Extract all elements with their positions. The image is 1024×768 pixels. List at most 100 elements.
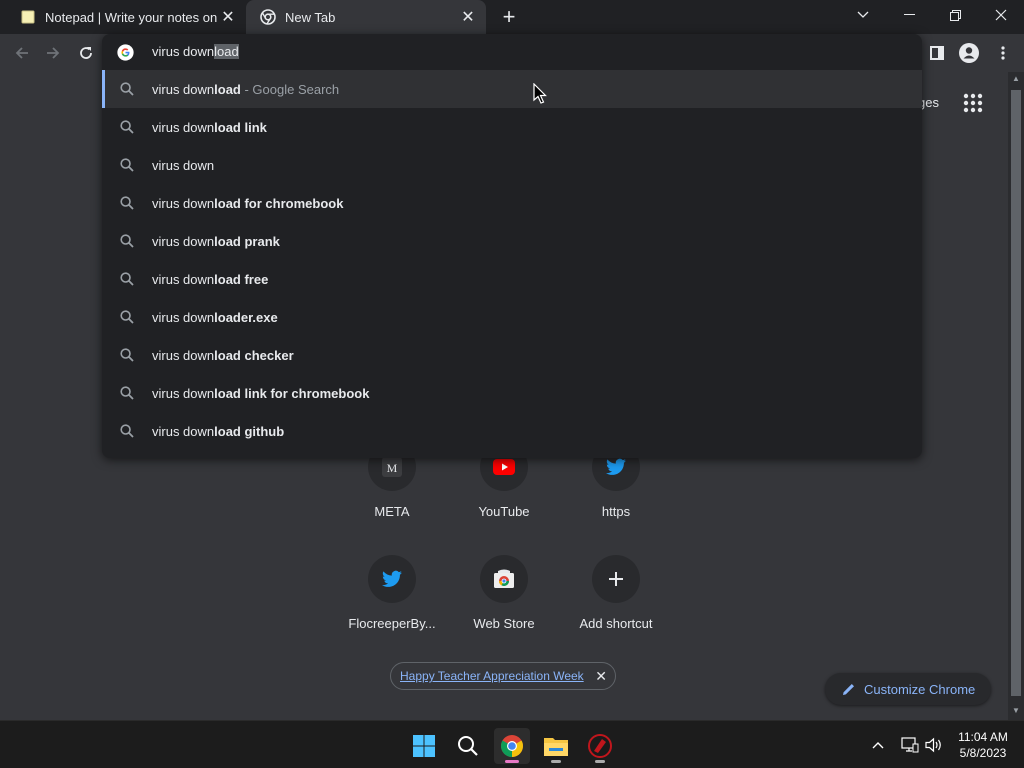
windows-logo-icon xyxy=(413,735,435,757)
suggestion-completion: load xyxy=(214,82,241,97)
suggestion-item[interactable]: virus download github xyxy=(102,412,922,450)
tab-notepad[interactable]: Notepad | Write your notes online ✕ xyxy=(8,0,246,34)
dismiss-promo-icon[interactable]: ✕ xyxy=(595,668,607,685)
suggestion-item[interactable]: virus download - Google Search xyxy=(102,70,922,108)
suggestion-item[interactable]: virus downloader.exe xyxy=(102,298,922,336)
customize-chrome-button[interactable]: Customize Chrome xyxy=(825,673,991,705)
suggestion-query: virus down xyxy=(152,424,215,439)
kebab-menu-icon[interactable] xyxy=(988,38,1018,68)
google-logo-icon xyxy=(117,44,134,61)
suggestion-completion: load prank xyxy=(214,234,280,249)
suggestion-query: virus down xyxy=(152,82,215,97)
network-icon[interactable] xyxy=(900,735,920,755)
plus-icon xyxy=(592,555,640,603)
search-icon xyxy=(120,82,134,96)
suggestion-item[interactable]: virus download prank xyxy=(102,222,922,260)
close-tab-icon[interactable]: ✕ xyxy=(218,7,238,27)
start-button[interactable] xyxy=(406,728,442,764)
tab-strip: Notepad | Write your notes online ✕ New … xyxy=(0,0,1024,34)
shortcut-label: YouTube xyxy=(478,504,530,519)
search-icon xyxy=(120,120,134,134)
restore-button[interactable] xyxy=(932,0,978,30)
taskbar-app-red[interactable] xyxy=(582,728,618,764)
address-bar[interactable]: virus download xyxy=(102,34,922,70)
suggestion-item[interactable]: virus down xyxy=(102,146,922,184)
promo-chip: Happy Teacher Appreciation Week ✕ xyxy=(390,662,616,690)
clock-date: 5/8/2023 xyxy=(959,746,1007,760)
promo-link[interactable]: Happy Teacher Appreciation Week xyxy=(400,669,584,683)
scroll-up-icon[interactable]: ▲ xyxy=(1011,74,1021,84)
search-icon xyxy=(120,386,134,400)
suggestion-text: virus downloader.exe xyxy=(152,310,278,325)
suggestion-text: virus download checker xyxy=(152,348,294,363)
customize-label: Customize Chrome xyxy=(864,681,976,697)
suggestion-completion: load github xyxy=(214,424,285,439)
minimize-button[interactable] xyxy=(886,0,932,30)
suggestion-completion: loader.exe xyxy=(214,310,278,325)
reload-button[interactable] xyxy=(71,38,101,68)
app-icon xyxy=(588,734,612,758)
suggestion-item[interactable]: virus download free xyxy=(102,260,922,298)
shortcut-label: META xyxy=(374,504,410,519)
suggestion-item[interactable]: virus download for chromebook xyxy=(102,184,922,222)
address-text[interactable]: virus download xyxy=(152,44,239,59)
show-hidden-icons-chevron-up-icon[interactable] xyxy=(868,735,888,755)
notepad-favicon-icon xyxy=(20,9,36,25)
typed-text: virus down xyxy=(152,44,215,59)
twitter-icon xyxy=(368,555,416,603)
running-indicator xyxy=(551,760,561,763)
autocomplete-selection: load xyxy=(214,44,239,59)
shortcut-flocreeper[interactable]: FlocreeperBy... xyxy=(336,555,448,631)
suggestion-query: virus down xyxy=(152,272,215,287)
chrome-icon xyxy=(501,735,523,757)
search-button[interactable] xyxy=(450,728,486,764)
shortcut-label: Web Store xyxy=(473,616,535,631)
suggestion-completion: load link for chromebook xyxy=(214,386,370,401)
pencil-icon xyxy=(843,684,854,695)
back-button[interactable] xyxy=(7,38,37,68)
active-indicator xyxy=(505,760,519,763)
suggestion-text: virus download link xyxy=(152,120,267,135)
shortcut-web-store[interactable]: Web Store xyxy=(448,555,560,631)
suggestion-text: virus download prank xyxy=(152,234,280,249)
suggestion-text: virus download link for chromebook xyxy=(152,386,369,401)
suggestion-text: virus download for chromebook xyxy=(152,196,343,211)
tab-title: New Tab xyxy=(285,9,336,25)
suggestion-text: virus download free xyxy=(152,272,268,287)
side-panel-icon[interactable] xyxy=(922,38,952,68)
volume-icon[interactable] xyxy=(924,735,944,755)
shortcut-label: FlocreeperBy... xyxy=(348,616,436,631)
web-store-icon xyxy=(480,555,528,603)
shortcut-label: Add shortcut xyxy=(579,616,653,631)
suggestion-text: virus down xyxy=(152,158,214,173)
suggestion-completion: load free xyxy=(214,272,269,287)
chrome-favicon-icon xyxy=(260,9,276,25)
suggestion-completion: load link xyxy=(214,120,267,135)
scroll-down-icon[interactable]: ▼ xyxy=(1011,706,1021,716)
svg-text:M: M xyxy=(387,461,398,475)
page-scrollbar[interactable]: ▲ ▼ xyxy=(1008,72,1024,720)
shortcut-add[interactable]: Add shortcut xyxy=(560,555,672,631)
windows-taskbar xyxy=(0,720,1024,768)
close-window-button[interactable] xyxy=(978,0,1024,30)
taskbar-clock[interactable]: 11:04 AM 5/8/2023 xyxy=(950,729,1016,761)
suggestion-query: virus down xyxy=(152,196,215,211)
search-icon xyxy=(120,424,134,438)
suggestion-item[interactable]: virus download link xyxy=(102,108,922,146)
close-tab-icon[interactable]: ✕ xyxy=(458,7,478,27)
forward-button[interactable] xyxy=(38,38,68,68)
taskbar-chrome[interactable] xyxy=(494,728,530,764)
suggestion-item[interactable]: virus download checker xyxy=(102,336,922,374)
tab-search-chevron-down-icon[interactable] xyxy=(840,0,886,30)
tab-new-tab[interactable]: New Tab ✕ xyxy=(246,0,486,34)
scrollbar-thumb[interactable] xyxy=(1011,90,1021,696)
new-tab-button[interactable]: + xyxy=(496,4,522,29)
suggestion-query: virus down xyxy=(152,120,215,135)
suggestion-item[interactable]: virus download link for chromebook xyxy=(102,374,922,412)
profile-avatar-icon[interactable] xyxy=(954,38,984,68)
taskbar-file-explorer[interactable] xyxy=(538,728,574,764)
tab-title: Notepad | Write your notes online xyxy=(45,9,218,25)
suggestion-text: virus download - Google Search xyxy=(152,82,339,97)
google-apps-icon[interactable] xyxy=(962,92,984,114)
shortcut-label: https xyxy=(601,504,631,519)
